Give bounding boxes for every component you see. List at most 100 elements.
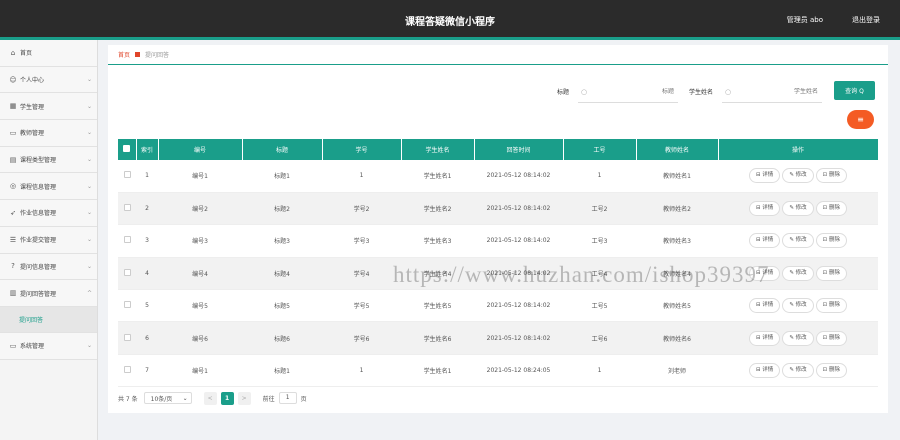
detail-button[interactable]: ⊟ 详情 <box>748 363 781 379</box>
row-checkbox[interactable] <box>123 204 131 212</box>
cell-title: 标题1 <box>242 354 322 388</box>
detail-button[interactable]: ⊟ 详情 <box>748 233 781 249</box>
delete-button[interactable]: ⊡ 删除 <box>815 330 848 346</box>
cell-index: 1 <box>136 160 158 193</box>
chevron-down-icon: ⌄ <box>86 156 92 164</box>
cell-code: 编号2 <box>158 192 242 226</box>
chevron-down-icon: ⌄ <box>86 102 92 110</box>
column-header: 教师姓名 <box>636 139 719 160</box>
cell-title: 标题1 <box>242 160 322 193</box>
column-header: 学号 <box>322 139 402 160</box>
student-search-field[interactable]: ○ <box>722 81 822 103</box>
edit-button[interactable]: ✎ 修改 <box>782 330 814 346</box>
detail-button[interactable]: ⊟ 详情 <box>748 265 781 281</box>
chevron-down-icon: ⌄ <box>86 182 92 190</box>
sidebar-item-label: 作业信息管理 <box>20 210 57 218</box>
detail-button[interactable]: ⊟ 详情 <box>748 168 781 184</box>
edit-button[interactable]: ✎ 修改 <box>782 168 814 184</box>
sidebar-item-label: 课程信息管理 <box>20 183 57 191</box>
row-select-cell[interactable] <box>118 192 136 226</box>
cell-emp-no: 工号4 <box>563 257 636 291</box>
page-size-select[interactable]: 10条/页 ⌄ <box>143 392 192 404</box>
cell-emp-no: 工号6 <box>563 321 636 355</box>
sidebar-item[interactable]: ▤ 课程类型管理 ⌄ <box>0 146 97 174</box>
delete-button[interactable]: ⊡ 删除 <box>815 168 848 184</box>
column-header: 索引 <box>136 139 159 160</box>
row-checkbox[interactable] <box>123 366 131 374</box>
row-select-cell[interactable] <box>118 224 136 258</box>
detail-button[interactable]: ⊟ 详情 <box>748 201 781 217</box>
row-select-cell[interactable] <box>118 321 136 355</box>
delete-button[interactable]: ⊡ 删除 <box>815 363 848 379</box>
cell-code: 编号5 <box>158 289 242 323</box>
app-title: 课程答疑微信小程序 <box>405 17 495 28</box>
delete-button[interactable]: ⊡ 删除 <box>815 265 848 281</box>
logout-link[interactable]: 退出登录 <box>852 15 880 25</box>
sidebar-item[interactable]: ☰ 作业提交管理 ⌄ <box>0 226 97 254</box>
edit-button[interactable]: ✎ 修改 <box>782 298 814 314</box>
sidebar-item[interactable]: ⌂ 首页 <box>0 40 97 67</box>
page-unit-label: 页 <box>300 395 307 403</box>
edit-button[interactable]: ✎ 修改 <box>782 265 814 281</box>
doc-icon: ▥ <box>9 289 17 298</box>
select-all-cell[interactable] <box>118 139 137 160</box>
edit-button[interactable]: ✎ 修改 <box>782 233 814 249</box>
row-checkbox[interactable] <box>123 301 131 309</box>
prev-page-button[interactable]: < <box>203 391 217 405</box>
cell-code: 编号6 <box>158 321 242 355</box>
title-search-input[interactable] <box>587 88 678 95</box>
cell-time: 2021-05-12 08:24:05 <box>474 354 563 388</box>
title-search-field[interactable]: ○ <box>578 81 678 103</box>
sidebar-item[interactable]: ➶ 作业信息管理 ⌄ <box>0 200 97 227</box>
row-checkbox[interactable] <box>123 268 131 276</box>
edit-button[interactable]: ✎ 修改 <box>782 363 814 379</box>
sidebar-item[interactable]: ▭ 教师管理 ⌄ <box>0 120 97 147</box>
sidebar-item[interactable]: ◎ 课程信息管理 ⌄ <box>0 173 97 201</box>
row-select-cell[interactable] <box>118 160 136 193</box>
student-search-input[interactable] <box>731 88 822 95</box>
cell-student-no: 学号2 <box>322 192 401 226</box>
pagination: 共 7 条 10条/页 ⌄ < 1 > 前往 1 页 <box>118 391 307 405</box>
cell-time: 2021-05-12 08:14:02 <box>474 289 563 323</box>
sidebar-item[interactable]: ☺ 个人中心 ⌄ <box>0 66 97 94</box>
monitor-icon: ▭ <box>9 341 17 350</box>
breadcrumb-home[interactable]: 首页 <box>118 50 130 59</box>
cell-time: 2021-05-12 08:14:02 <box>474 321 563 355</box>
sidebar-item[interactable]: ▦ 学生管理 ⌄ <box>0 93 97 121</box>
cell-teacher: 教师姓名3 <box>636 224 718 258</box>
next-page-button[interactable]: > <box>237 391 251 405</box>
row-select-cell[interactable] <box>118 354 136 388</box>
query-button[interactable]: 查询 Q <box>834 81 875 100</box>
card-icon: ▭ <box>9 128 17 137</box>
row-checkbox[interactable] <box>123 333 131 341</box>
sidebar-item[interactable]: ▥ 提问回答管理 ^ <box>0 280 97 307</box>
row-select-cell[interactable] <box>118 289 136 323</box>
batch-delete-button[interactable]: ≡ <box>847 110 874 129</box>
row-select-cell[interactable] <box>118 257 136 291</box>
sidebar-item[interactable]: ? 提问信息管理 ⌄ <box>0 253 97 281</box>
sidebar-item[interactable]: ▭ 系统管理 ⌄ <box>0 332 97 360</box>
sidebar-item-label: 作业提交管理 <box>20 237 57 245</box>
delete-button[interactable]: ⊡ 删除 <box>815 201 848 217</box>
cell-title: 标题6 <box>242 321 322 355</box>
chevron-down-icon: ⌄ <box>86 342 92 350</box>
chevron-up-icon: ^ <box>86 289 92 297</box>
sidebar-item-label: 提问回答管理 <box>20 290 57 298</box>
goto-page-input[interactable]: 1 <box>278 392 297 404</box>
edit-button[interactable]: ✎ 修改 <box>782 201 814 217</box>
cell-code: 编号1 <box>158 354 242 388</box>
detail-button[interactable]: ⊟ 详情 <box>748 298 781 314</box>
cell-code: 编号3 <box>158 224 242 258</box>
cell-index: 6 <box>136 321 158 355</box>
detail-button[interactable]: ⊟ 详情 <box>748 330 781 346</box>
delete-button[interactable]: ⊡ 删除 <box>815 298 848 314</box>
delete-button[interactable]: ⊡ 删除 <box>815 233 848 249</box>
row-checkbox[interactable] <box>123 171 131 179</box>
row-checkbox[interactable] <box>123 236 131 244</box>
sidebar-subitem-answers[interactable]: 提问回答 <box>0 306 97 333</box>
page-number-current[interactable]: 1 <box>220 391 234 405</box>
select-all-checkbox[interactable] <box>123 145 131 152</box>
list-icon: ▤ <box>9 155 17 164</box>
chevron-down-icon: ⌄ <box>86 262 92 270</box>
cell-teacher: 教师姓名5 <box>636 289 718 323</box>
